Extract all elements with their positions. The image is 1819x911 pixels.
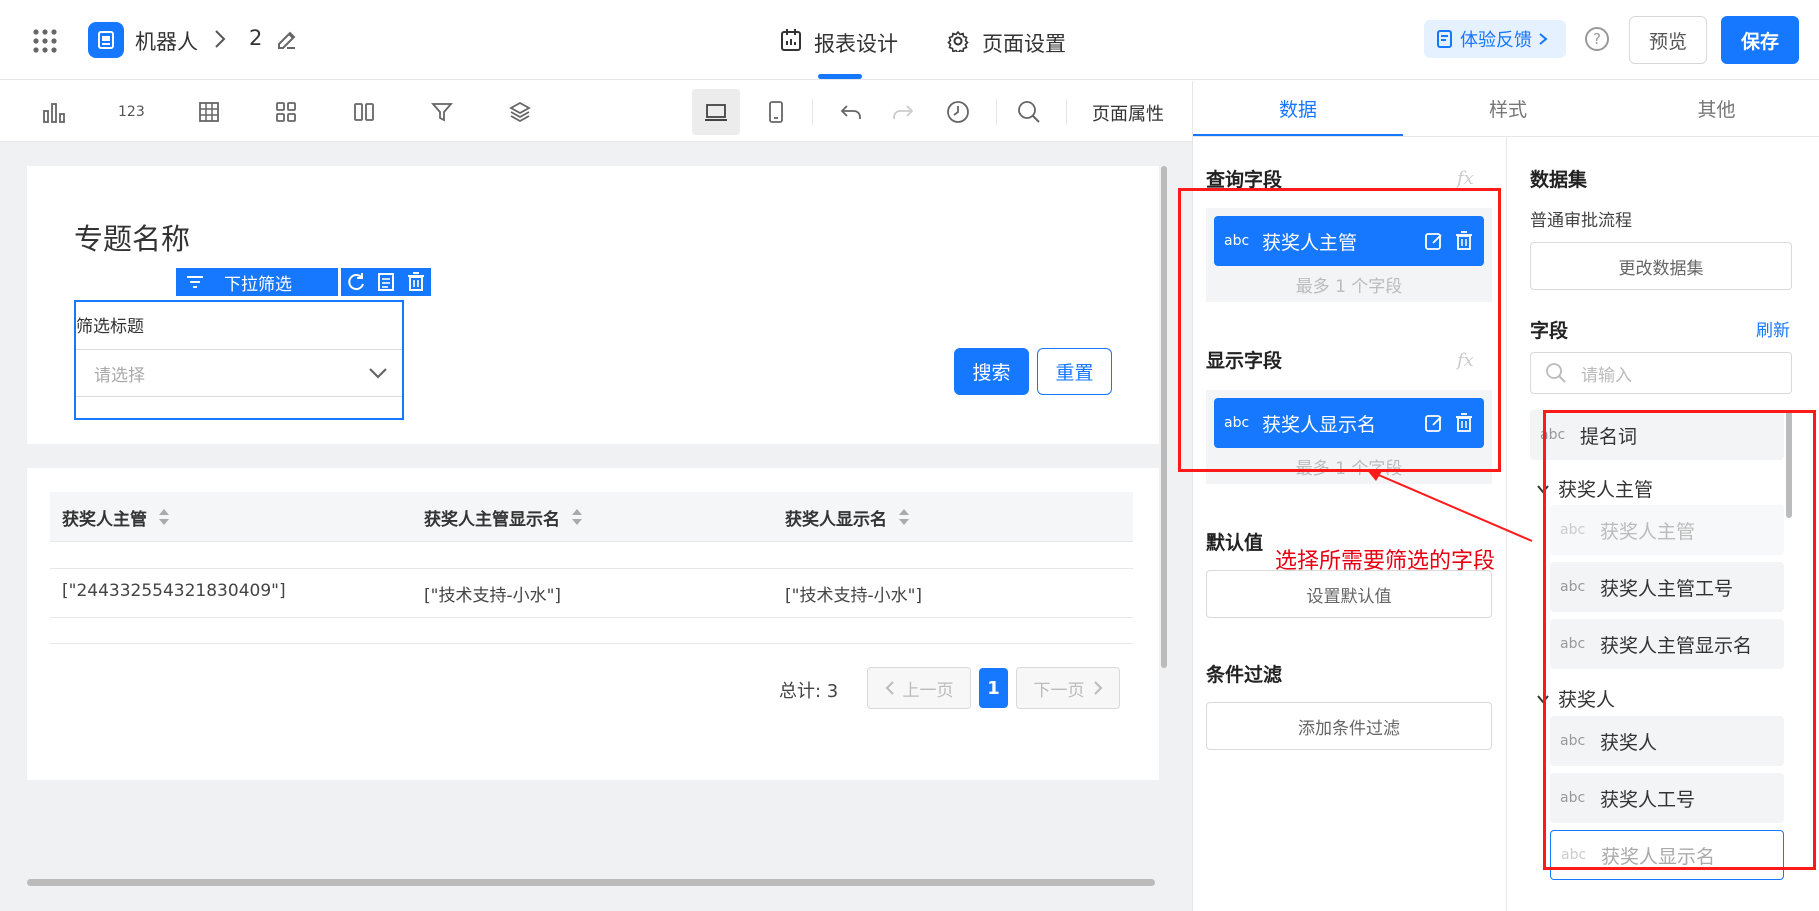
layers-icon[interactable] <box>507 99 533 125</box>
row-divider <box>50 643 1133 644</box>
table-card: 获奖人主管 获奖人主管显示名 获奖人显示名 ["2443325543218304… <box>27 468 1159 780</box>
gear-icon <box>947 30 969 52</box>
bar-chart-icon[interactable] <box>41 99 67 125</box>
feedback-label: 体验反馈 <box>1460 30 1532 51</box>
filter-title: 筛选标题 <box>76 317 144 337</box>
search-icon[interactable] <box>1016 99 1042 125</box>
table-row: ["244332554321830409"] ["技术支持-小水"] ["技术支… <box>50 568 1133 617</box>
preview-button[interactable]: 预览 <box>1629 16 1707 64</box>
chevron-right-icon <box>1539 33 1548 45</box>
column-header[interactable]: 获奖人显示名 <box>785 492 911 542</box>
desktop-icon <box>705 104 727 121</box>
filter-card: 专题名称 下拉筛选 筛选标题 请选择 搜索 重置 <box>27 166 1159 444</box>
search-placeholder: 请输入 <box>1581 365 1632 386</box>
reset-button[interactable]: 重置 <box>1037 348 1112 395</box>
feedback-icon <box>1437 30 1452 48</box>
annotation-text: 选择所需要筛选的字段 <box>1275 549 1496 574</box>
page-title: 专题名称 <box>74 222 191 256</box>
apps-grid-icon[interactable] <box>32 28 58 54</box>
chevron-down-icon <box>369 368 387 379</box>
page-number: 2 <box>249 26 263 50</box>
help-icon[interactable]: ? <box>1585 27 1609 51</box>
filter-icon[interactable] <box>429 99 455 125</box>
set-default-value-button[interactable]: 设置默认值 <box>1206 570 1492 618</box>
chevron-left-icon <box>885 681 894 695</box>
copy-icon[interactable] <box>376 272 396 292</box>
fx-icon[interactable]: fx <box>1457 168 1474 189</box>
next-page-button[interactable]: 下一页 <box>1016 667 1120 709</box>
table-cell: ["技术支持-小水"] <box>785 586 923 606</box>
table-header: 获奖人主管 获奖人主管显示名 获奖人显示名 <box>50 492 1133 542</box>
feedback-button[interactable]: 体验反馈 <box>1424 20 1566 58</box>
tab-data[interactable]: 数据 <box>1193 81 1403 136</box>
annotation-highlight-box <box>1178 188 1501 472</box>
report-design-icon <box>780 28 802 52</box>
tab-style[interactable]: 样式 <box>1403 81 1613 136</box>
filter-select[interactable]: 请选择 <box>76 349 402 397</box>
tab-report-design[interactable]: 报表设计 <box>814 28 898 58</box>
table-cell: ["技术支持-小水"] <box>424 586 562 606</box>
horizontal-scrollbar[interactable] <box>27 879 1155 886</box>
row-divider <box>50 617 1133 618</box>
mobile-icon[interactable] <box>763 99 789 125</box>
refresh-icon[interactable] <box>346 272 366 292</box>
top-header: 机器人 2 报表设计 页面设置 体验反馈 ? 预览 保存 <box>0 0 1819 80</box>
change-dataset-button[interactable]: 更改数据集 <box>1530 242 1792 290</box>
toolbar-divider <box>1066 99 1067 125</box>
toolbar-divider <box>996 99 997 125</box>
edit-icon[interactable] <box>275 28 299 52</box>
number-icon[interactable]: 123 <box>118 99 145 125</box>
history-icon[interactable] <box>945 99 971 125</box>
column-header[interactable]: 获奖人主管 <box>62 492 171 542</box>
refresh-link[interactable]: 刷新 <box>1756 316 1790 341</box>
add-condition-filter-button[interactable]: 添加条件过滤 <box>1206 702 1492 750</box>
sort-icon <box>572 509 582 525</box>
toolbar-divider <box>812 99 813 125</box>
annotation-arrow-icon <box>1366 469 1533 542</box>
sort-icon <box>899 509 909 525</box>
trash-icon[interactable] <box>406 272 426 292</box>
total-count: 总计: 3 <box>779 681 839 702</box>
dropdown-filter-widget[interactable]: 筛选标题 请选择 <box>74 300 404 420</box>
redo-icon[interactable] <box>890 99 916 125</box>
undo-icon[interactable] <box>838 99 864 125</box>
condition-filter-title: 条件过滤 <box>1206 664 1283 686</box>
desktop-view-button[interactable] <box>692 89 740 135</box>
prev-page-button[interactable]: 上一页 <box>867 667 971 709</box>
filter-lines-icon <box>187 276 203 288</box>
widget-type-label: 下拉筛选 <box>224 274 292 295</box>
active-tab-indicator <box>818 74 862 79</box>
app-logo-icon <box>88 22 124 58</box>
fields-title: 字段 <box>1530 320 1569 342</box>
page-properties-button[interactable]: 页面属性 <box>1092 100 1164 126</box>
widget-actions <box>341 268 431 296</box>
save-button[interactable]: 保存 <box>1721 16 1799 64</box>
tab-page-settings[interactable]: 页面设置 <box>982 28 1066 58</box>
dataset-title: 数据集 <box>1530 169 1588 191</box>
select-placeholder: 请选择 <box>94 365 145 386</box>
current-page[interactable]: 1 <box>979 668 1008 708</box>
default-value-title: 默认值 <box>1206 532 1264 554</box>
app-name[interactable]: 机器人 <box>135 26 198 56</box>
search-icon <box>1546 363 1566 383</box>
dataset-name: 普通审批流程 <box>1530 211 1632 231</box>
search-button[interactable]: 搜索 <box>954 348 1029 395</box>
vertical-scrollbar[interactable] <box>1161 166 1167 668</box>
component-toolbar: 123 页面属性 <box>0 81 1192 142</box>
tab-other[interactable]: 其他 <box>1613 81 1819 136</box>
columns-icon[interactable] <box>351 99 377 125</box>
column-header[interactable]: 获奖人主管显示名 <box>424 492 584 542</box>
table-icon[interactable] <box>196 99 222 125</box>
widget-type-tag: 下拉筛选 <box>176 268 338 296</box>
annotation-highlight-box <box>1543 410 1816 870</box>
grid-cards-icon[interactable] <box>273 99 299 125</box>
table-cell: ["244332554321830409"] <box>62 581 286 601</box>
chevron-right-icon <box>213 28 227 50</box>
chevron-right-icon <box>1093 681 1102 695</box>
field-search-input[interactable]: 请输入 <box>1530 352 1792 394</box>
sort-icon <box>159 509 169 525</box>
